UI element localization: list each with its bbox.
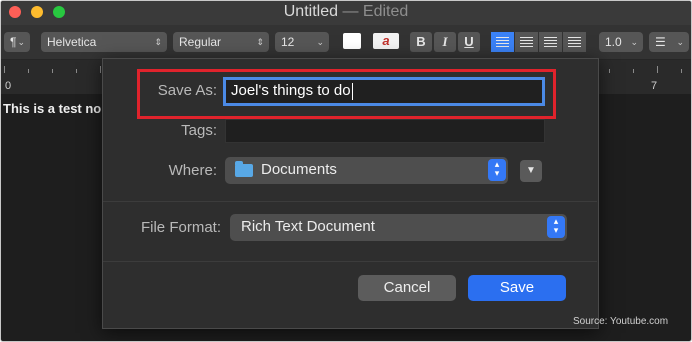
font-size-value: 12 — [281, 35, 295, 49]
ruler-number: 7 — [651, 80, 658, 92]
ruler-tick — [681, 69, 682, 73]
where-popup[interactable]: Documents ▴ ▾ — [225, 157, 508, 184]
align-left-icon — [496, 37, 509, 47]
folder-icon — [235, 161, 253, 177]
expand-dialog-button[interactable]: ▼ — [520, 160, 542, 182]
underline-button[interactable]: U — [458, 32, 480, 52]
list-style-menu[interactable]: ☰ ⌄ — [649, 32, 689, 52]
window-title: Untitled — Edited — [1, 3, 691, 21]
line-spacing-value: 1.0 — [605, 35, 622, 49]
ruler-tick — [52, 69, 53, 73]
align-left-button[interactable] — [491, 32, 514, 52]
save-as-value: Joel's things to do — [231, 82, 351, 99]
file-format-label: File Format: — [140, 219, 221, 236]
alignment-segmented-control — [491, 32, 587, 52]
typeface-value: Regular — [179, 35, 222, 49]
text-color-swatch[interactable] — [343, 33, 361, 49]
chevron-down-icon: ⌄ — [316, 37, 324, 47]
font-size-combo[interactable]: 12 ⌄ — [275, 32, 329, 52]
paragraph-style-menu[interactable]: ¶ ⌄ — [4, 32, 30, 52]
save-button[interactable]: Save — [468, 275, 566, 301]
align-center-icon — [520, 37, 533, 47]
justify-button[interactable] — [563, 32, 586, 52]
title-bar: Untitled — Edited — [1, 1, 691, 25]
tags-field[interactable] — [225, 119, 545, 143]
divider — [103, 201, 597, 202]
app-window: Untitled — Edited ¶ ⌄ Helvetica ⇕ Regula… — [0, 0, 692, 342]
document-status: Edited — [362, 3, 409, 20]
font-family-popup[interactable]: Helvetica ⇕ — [41, 32, 167, 52]
justify-icon — [568, 37, 581, 47]
chevron-down-icon: ⌄ — [630, 37, 638, 47]
divider — [103, 261, 597, 262]
source-caption: Source: Youtube.com — [573, 316, 669, 327]
document-title: Untitled — [283, 3, 338, 20]
stepper-icon: ⇕ — [256, 37, 264, 47]
file-format-value: Rich Text Document — [241, 218, 375, 235]
ruler-tick — [100, 66, 101, 73]
text-cursor — [351, 82, 353, 100]
ruler-tick — [4, 66, 5, 73]
stepper-icon: ▴ ▾ — [488, 159, 506, 181]
line-spacing-menu[interactable]: 1.0 ⌄ — [599, 32, 643, 52]
chevron-down-icon: ▼ — [526, 165, 536, 176]
title-separator: — — [342, 3, 359, 20]
highlight-color-swatch[interactable]: a — [373, 33, 399, 49]
chevron-down-icon: ⌄ — [17, 37, 25, 47]
document-text[interactable]: This is a test no — [3, 101, 101, 116]
where-value: Documents — [261, 161, 337, 178]
cancel-button[interactable]: Cancel — [358, 275, 456, 301]
format-toolbar: ¶ ⌄ Helvetica ⇕ Regular ⇕ 12 ⌄ a B I U 1… — [1, 25, 691, 60]
ruler-tick — [76, 69, 77, 73]
align-right-button[interactable] — [539, 32, 562, 52]
font-family-value: Helvetica — [47, 35, 97, 49]
stepper-icon: ▴ ▾ — [547, 216, 565, 238]
bold-button[interactable]: B — [410, 32, 432, 52]
list-icon: ☰ — [655, 35, 666, 49]
ruler-tick — [633, 69, 634, 73]
save-as-label: Save As: — [157, 82, 217, 99]
ruler-tick — [609, 69, 610, 73]
paragraph-icon: ¶ — [10, 35, 17, 49]
ruler-tick — [657, 66, 658, 73]
where-label: Where: — [168, 162, 217, 179]
align-center-button[interactable] — [515, 32, 538, 52]
align-right-icon — [544, 37, 557, 47]
stepper-icon: ⇕ — [154, 37, 162, 47]
chevron-down-icon: ⌄ — [676, 37, 684, 47]
typeface-popup[interactable]: Regular ⇕ — [173, 32, 269, 52]
tags-label: Tags: — [181, 122, 217, 139]
file-format-popup[interactable]: Rich Text Document ▴ ▾ — [230, 214, 567, 241]
ruler-tick — [28, 69, 29, 73]
save-as-field[interactable]: Joel's things to do — [223, 77, 545, 106]
ruler-number: 0 — [5, 80, 12, 92]
italic-button[interactable]: I — [434, 32, 456, 52]
